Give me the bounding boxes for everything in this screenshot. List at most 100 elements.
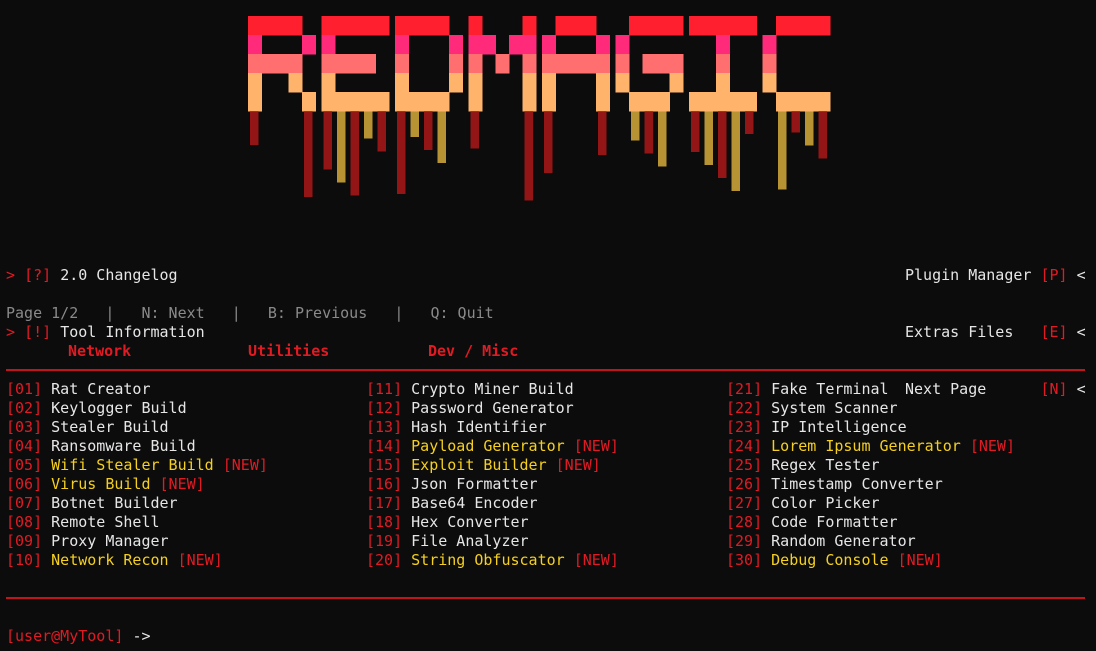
tool-number: [16] (366, 475, 403, 493)
prompt-marker: < (1076, 266, 1086, 284)
tool-label: Ransomware Build (51, 437, 196, 455)
tool-item[interactable]: [25] Regex Tester (726, 456, 1015, 475)
tool-label: Lorem Ipsum Generator (771, 437, 961, 455)
prompt-marker: < (1076, 380, 1086, 398)
tool-label: Keylogger Build (51, 399, 187, 417)
tool-label: Hex Converter (411, 513, 529, 531)
tool-number: [15] (366, 456, 403, 474)
tool-label: Color Picker (771, 494, 880, 512)
new-badge: [NEW] (969, 437, 1015, 455)
tool-item[interactable]: [17] Base64 Encoder (366, 494, 619, 513)
tool-number: [09] (6, 532, 43, 550)
menu-item-changelog[interactable]: > [?] 2.0 Changelog (6, 266, 205, 285)
menu-item-tool-information[interactable]: > [!] Tool Information (6, 323, 205, 342)
tool-number: [25] (726, 456, 763, 474)
tool-item[interactable]: [14] Payload Generator [NEW] (366, 437, 619, 456)
menu-key: [E] (1040, 323, 1068, 341)
tool-item[interactable]: [18] Hex Converter (366, 513, 619, 532)
tool-number: [05] (6, 456, 43, 474)
tool-item[interactable]: [27] Color Picker (726, 494, 1015, 513)
menu-key: [?] (24, 266, 52, 284)
tool-item[interactable]: [06] Virus Build [NEW] (6, 475, 268, 494)
tool-item[interactable]: [03] Stealer Build (6, 418, 268, 437)
tool-item[interactable]: [07] Botnet Builder (6, 494, 268, 513)
tool-item[interactable]: [16] Json Formatter (366, 475, 619, 494)
tool-label: Proxy Manager (51, 532, 169, 550)
tool-item[interactable]: [15] Exploit Builder [NEW] (366, 456, 619, 475)
tool-item[interactable]: [22] System Scanner (726, 399, 1015, 418)
tool-column-3: [21] Fake Terminal [22] System Scanner [23… (726, 380, 1015, 570)
navigation-bar: Page 1/2 | N: Next | B: Previous | Q: Qu… (6, 304, 494, 323)
tool-number: [11] (366, 380, 403, 398)
previous-page-hint[interactable]: B: Previous (268, 304, 367, 322)
tool-number: [19] (366, 532, 403, 550)
tool-item[interactable]: [29] Random Generator (726, 532, 1015, 551)
tool-column-2: [11] Crypto Miner Build [12] Password Gen… (366, 380, 619, 570)
tool-number: [08] (6, 513, 43, 531)
tool-item[interactable]: [23] IP Intelligence (726, 418, 1015, 437)
new-badge: [NEW] (222, 456, 268, 474)
tool-label: Rat Creator (51, 380, 151, 398)
banner-logo (248, 16, 831, 201)
tool-number: [18] (366, 513, 403, 531)
category-network: Network (68, 342, 132, 360)
tool-number: [10] (6, 551, 43, 569)
tool-label: Json Formatter (411, 475, 538, 493)
tool-item[interactable]: [01] Rat Creator (6, 380, 268, 399)
new-badge: [NEW] (159, 475, 205, 493)
tool-number: [04] (6, 437, 43, 455)
tool-label: String Obfuscator (411, 551, 565, 569)
nav-separator: | (394, 304, 404, 322)
divider-bottom (6, 597, 1085, 599)
tool-item[interactable]: [19] File Analyzer (366, 532, 619, 551)
tool-item[interactable]: [11] Crypto Miner Build (366, 380, 619, 399)
menu-key: [!] (24, 323, 52, 341)
tool-label: Stealer Build (51, 418, 169, 436)
new-badge: [NEW] (177, 551, 223, 569)
tool-number: [21] (726, 380, 763, 398)
tool-number: [27] (726, 494, 763, 512)
divider-top (6, 369, 1085, 371)
nav-separator: | (231, 304, 241, 322)
next-page-hint[interactable]: N: Next (141, 304, 204, 322)
tool-number: [20] (366, 551, 403, 569)
tool-label: Timestamp Converter (771, 475, 943, 493)
quit-hint[interactable]: Q: Quit (430, 304, 493, 322)
tool-label: IP Intelligence (771, 418, 907, 436)
nav-separator: | (105, 304, 115, 322)
menu-item-plugin-manager[interactable]: Plugin Manager [P] < (905, 266, 1086, 285)
tool-number: [26] (726, 475, 763, 493)
tool-label: File Analyzer (411, 532, 529, 550)
tool-item[interactable]: [09] Proxy Manager (6, 532, 268, 551)
tool-item[interactable]: [30] Debug Console [NEW] (726, 551, 1015, 570)
tool-item[interactable]: [20] String Obfuscator [NEW] (366, 551, 619, 570)
tool-item[interactable]: [08] Remote Shell (6, 513, 268, 532)
prompt-marker: > (6, 323, 16, 341)
tool-item[interactable]: [05] Wifi Stealer Build [NEW] (6, 456, 268, 475)
tool-item[interactable]: [21] Fake Terminal (726, 380, 1015, 399)
tool-label: Network Recon (51, 551, 169, 569)
tool-label: Password Generator (411, 399, 574, 417)
new-badge: [NEW] (897, 551, 943, 569)
tool-item[interactable]: [10] Network Recon [NEW] (6, 551, 268, 570)
menu-item-extras-files[interactable]: Extras Files [E] < (905, 323, 1086, 342)
prompt-marker: < (1076, 323, 1086, 341)
tool-label: Debug Console (771, 551, 889, 569)
menu-key: [N] (1040, 380, 1068, 398)
tool-label: Payload Generator (411, 437, 565, 455)
tool-label: Remote Shell (51, 513, 160, 531)
tool-item[interactable]: [26] Timestamp Converter (726, 475, 1015, 494)
tool-label: Hash Identifier (411, 418, 547, 436)
command-prompt[interactable]: [user@MyTool] -> (6, 627, 151, 646)
tool-item[interactable]: [28] Code Formatter (726, 513, 1015, 532)
tool-label: Code Formatter (771, 513, 898, 531)
menu-label: Extras Files (905, 323, 1014, 341)
tool-item[interactable]: [12] Password Generator (366, 399, 619, 418)
tool-item[interactable]: [02] Keylogger Build (6, 399, 268, 418)
tool-item[interactable]: [04] Ransomware Build (6, 437, 268, 456)
tool-label: Random Generator (771, 532, 916, 550)
menu-label: Plugin Manager (905, 266, 1032, 284)
tool-item[interactable]: [24] Lorem Ipsum Generator [NEW] (726, 437, 1015, 456)
tool-item[interactable]: [13] Hash Identifier (366, 418, 619, 437)
tool-number: [03] (6, 418, 43, 436)
